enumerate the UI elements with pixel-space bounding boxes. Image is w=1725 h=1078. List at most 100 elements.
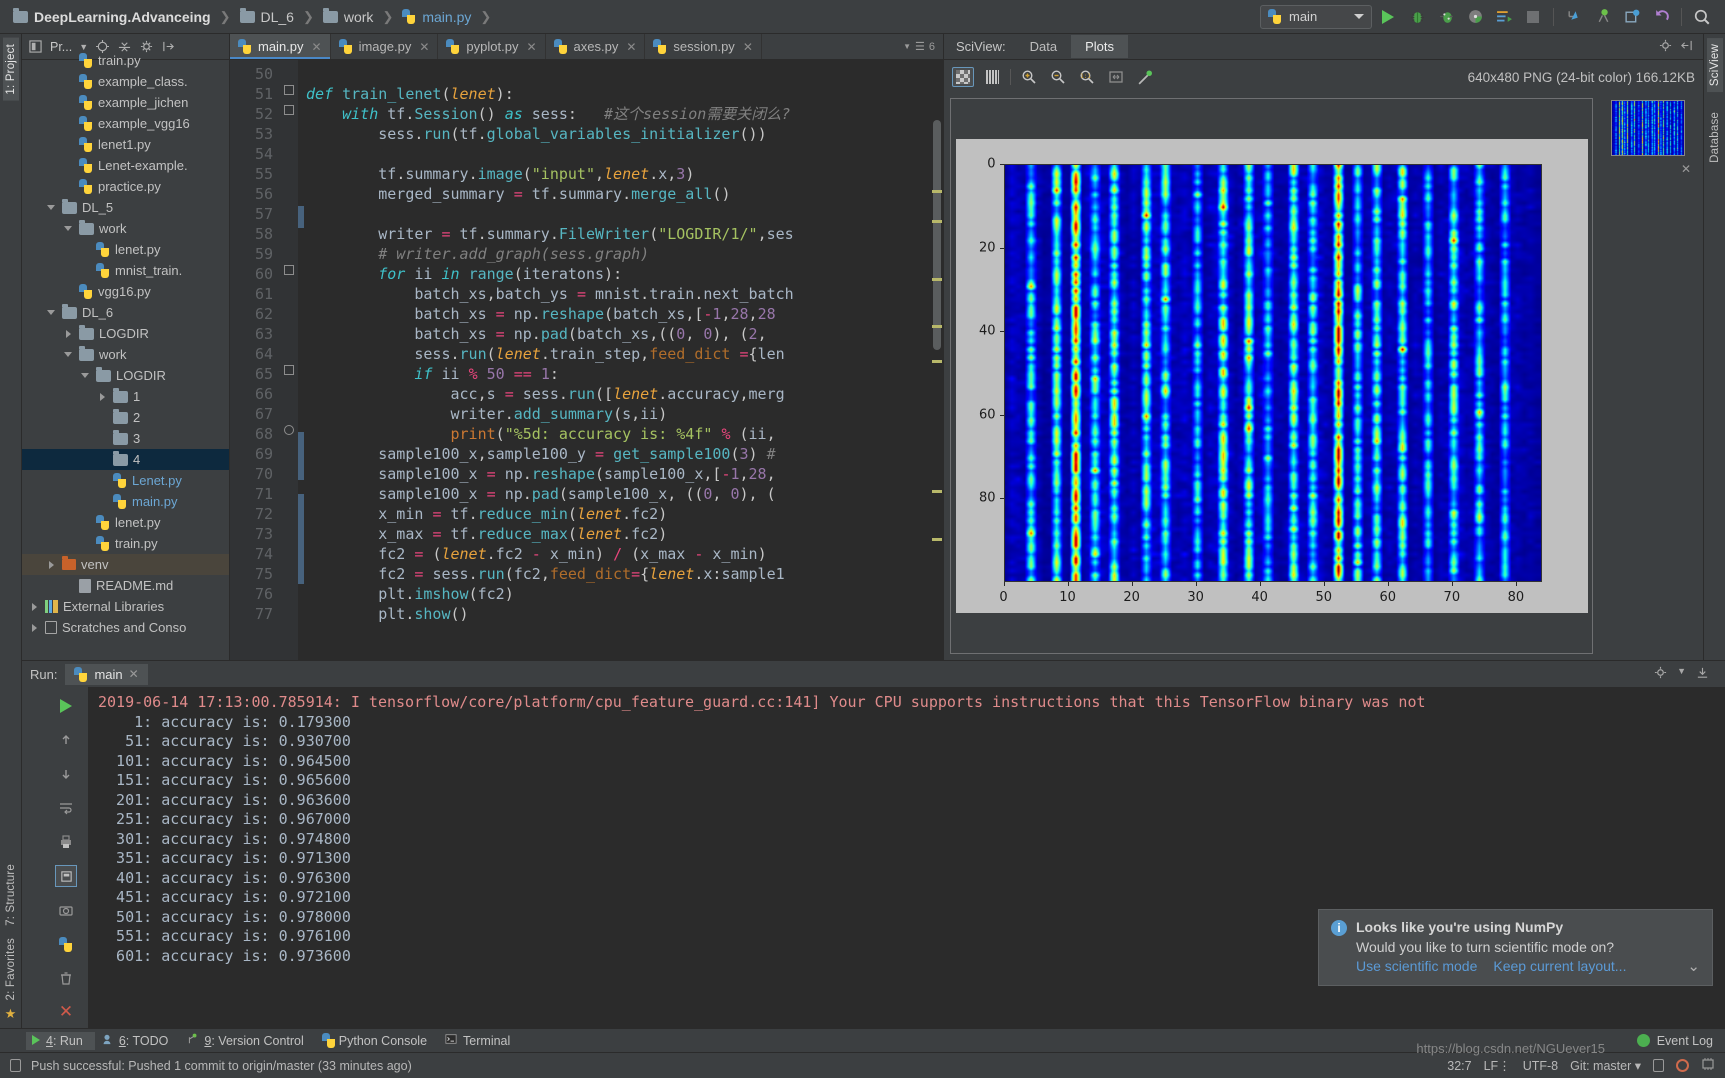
gear-icon[interactable] [1654,666,1667,682]
breadcrumb-item-project[interactable]: DeepLearning.Advanceing [8,7,216,27]
tab-plots[interactable]: Plots [1071,35,1128,58]
breadcrumb-item-file[interactable]: main.py [397,7,476,27]
tree-node[interactable]: mnist_train. [22,260,229,281]
git-branch[interactable]: Git: master ▾ [1570,1058,1641,1073]
code-line[interactable]: def train_lenet(lenet): [306,84,943,104]
code-line[interactable]: sess.run(lenet.train_step,feed_dict ={le… [306,344,943,364]
search-everywhere-button[interactable] [1689,4,1715,30]
trash-icon[interactable] [55,967,77,989]
editor-tab[interactable]: session.py ✕ [645,34,762,59]
code-line[interactable]: sess.run(tf.global_variables_initializer… [306,124,943,144]
twisty-collapsed-icon[interactable] [62,329,74,338]
sidebar-item-database[interactable]: Database [1707,106,1723,169]
camera-icon[interactable] [55,899,77,921]
breadcrumb-item-dl6[interactable]: DL_6 [235,7,299,27]
tree-node[interactable]: lenet.py [22,512,229,533]
code-line[interactable] [306,204,943,224]
code-line[interactable]: x_min = tf.reduce_min(lenet.fc2) [306,504,943,524]
code-line[interactable]: # writer.add_graph(sess.graph) [306,244,943,264]
fold-marker-icon[interactable] [284,265,294,275]
twisty-expanded-icon[interactable] [62,352,74,357]
tree-node[interactable]: Scratches and Conso [22,617,229,638]
tree-node[interactable]: example_vgg16 [22,113,229,134]
vcs-commit-button[interactable] [1590,4,1616,30]
code-line[interactable]: fc2 = (lenet.fc2 - x_min) / (x_max - x_m… [306,544,943,564]
fold-marker-icon[interactable] [284,85,294,95]
chevron-down-icon[interactable]: ▼ [1677,666,1686,682]
close-icon[interactable]: ✕ [129,667,139,681]
twisty-expanded-icon[interactable] [79,373,91,378]
code-line[interactable]: sample100_x = np.pad(sample100_x, ((0, 0… [306,484,943,504]
editor-tab[interactable]: axes.py ✕ [546,34,646,59]
stop-button[interactable] [1520,4,1546,30]
editor-tab[interactable]: main.py ✕ [230,34,331,59]
grid-toggle[interactable] [981,67,1003,87]
sidebar-item-favorites[interactable]: 2: Favorites [3,932,19,1006]
color-picker-button[interactable] [1134,67,1156,87]
code-line[interactable]: plt.imshow(fc2) [306,584,943,604]
vcs-rollback-button[interactable] [1648,4,1674,30]
tree-node[interactable]: practice.py [22,176,229,197]
tree-node[interactable]: Lenet.py [22,470,229,491]
tree-node[interactable]: LOGDIR [22,365,229,386]
vcs-history-button[interactable] [1619,4,1645,30]
soft-wrap-icon[interactable] [55,797,77,819]
code-line[interactable]: writer.add_summary(s,ii) [306,404,943,424]
tree-node[interactable]: train.py [22,533,229,554]
twisty-collapsed-icon[interactable] [28,623,40,632]
source-code[interactable]: def train_lenet(lenet): with tf.Session(… [306,60,943,660]
code-line[interactable]: fc2 = sess.run(fc2,feed_dict={lenet.x:sa… [306,564,943,584]
code-line[interactable]: batch_xs = np.pad(batch_xs,((0, 0), (2, [306,324,943,344]
tree-node[interactable]: LOGDIR [22,323,229,344]
code-area[interactable]: 50 51 52 53 54 55 56 57 58 59 60 61 62 63 64 65 66 67 68 69… [230,60,943,660]
tree-node[interactable]: DL_6 [22,302,229,323]
hide-icon[interactable] [1680,39,1693,55]
twisty-collapsed-icon[interactable] [45,560,57,569]
editor-tabs-overflow[interactable]: ▼ ☰ 6 [895,34,943,59]
run-button[interactable] [1375,4,1401,30]
twisty-collapsed-icon[interactable] [96,392,108,401]
file-encoding[interactable]: UTF-8 [1523,1059,1558,1073]
twisty-expanded-icon[interactable] [45,310,57,315]
close-icon[interactable]: ✕ [1681,162,1691,176]
code-line[interactable]: batch_xs,batch_ys = mnist.train.next_bat… [306,284,943,304]
tree-node[interactable]: example_jichen [22,92,229,113]
code-line[interactable]: sample100_x = np.reshape(sample100_x,[-1… [306,464,943,484]
sidebar-item-project[interactable]: 1: Project [2,38,19,101]
editor-tab[interactable]: pyplot.py ✕ [438,34,546,59]
use-scientific-mode-link[interactable]: Use scientific mode [1356,958,1477,974]
fold-marker-icon[interactable] [284,105,294,115]
close-icon[interactable]: ✕ [55,1001,77,1023]
tool-window-button[interactable]: Terminal [439,1031,522,1050]
run-configuration-selector[interactable]: main [1260,4,1372,29]
rerun-icon[interactable] [55,695,77,717]
close-icon[interactable]: ✕ [419,40,429,54]
tree-node[interactable]: lenet.py [22,239,229,260]
zoom-actual-button[interactable]: 1:1 [1076,67,1098,87]
fold-marker-icon[interactable] [284,425,294,435]
run-tab-main[interactable]: main ✕ [65,663,148,685]
close-icon[interactable]: ✕ [743,40,753,54]
tool-window-button[interactable]: Python Console [316,1031,439,1050]
tool-window-button[interactable]: 9: Version Control [180,1031,315,1050]
twisty-collapsed-icon[interactable] [28,602,40,611]
code-line[interactable]: if ii % 50 == 1: [306,364,943,384]
code-folding-column[interactable] [280,60,298,660]
tree-node[interactable]: 3 [22,428,229,449]
tree-node[interactable]: lenet1.py [22,134,229,155]
code-line[interactable]: writer = tf.summary.FileWriter("LOGDIR/1… [306,224,943,244]
scroll-down-icon[interactable] [55,763,77,785]
tree-node[interactable]: DL_5 [22,197,229,218]
gear-icon[interactable] [1659,39,1672,55]
code-line[interactable] [306,144,943,164]
code-line[interactable]: x_max = tf.reduce_max(lenet.fc2) [306,524,943,544]
plot-thumbnail[interactable] [1611,100,1685,156]
tree-node[interactable]: Lenet-example. [22,155,229,176]
tool-window-button[interactable]: 4: Run [26,1031,95,1050]
profile-button[interactable] [1462,4,1488,30]
tab-data[interactable]: Data [1016,35,1071,58]
tree-node[interactable]: 2 [22,407,229,428]
code-line[interactable]: with tf.Session() as sess: #这个session需要关… [306,104,943,124]
notification-popup[interactable]: i Looks like you're using NumPy Would yo… [1318,909,1713,986]
hide-icon[interactable] [1696,666,1709,682]
